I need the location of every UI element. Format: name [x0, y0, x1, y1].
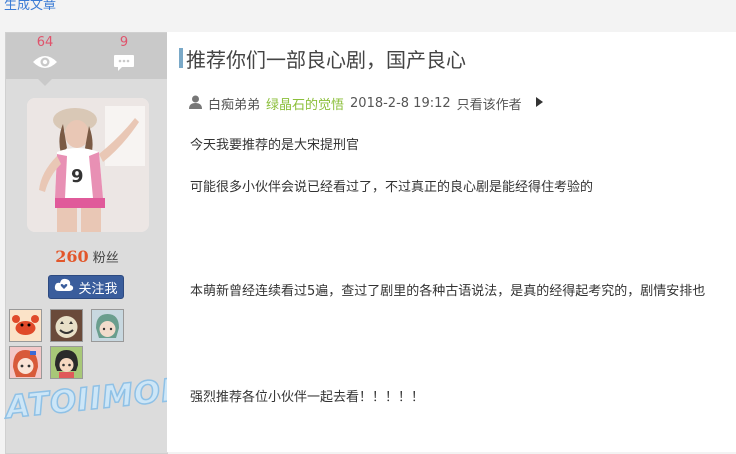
comment-bubble-icon [94, 54, 154, 72]
post-meta: 白痴弟弟 绿晶石的觉悟 2018-2-8 19:12 只看该作者 [189, 94, 543, 113]
crab-icon[interactable] [9, 309, 42, 342]
pumpkin-icon[interactable] [50, 309, 84, 342]
title-accent-bar [179, 48, 183, 68]
user-group-link[interactable]: 绿晶石的觉悟 [266, 94, 344, 113]
post-paragraph: 可能很多小伙伴会说已经看过了，不过真正的良心剧是能经得住考验的 [190, 180, 594, 195]
post-paragraph: 本萌新曾经连续看过5遍，查过了剧里的各种古语说法，是真的经得起考究的，剧情安排也 [190, 284, 706, 299]
views-count: 64 [36, 35, 54, 50]
heart-cloud-icon [54, 277, 74, 297]
stats-pointer [38, 79, 52, 86]
fans-count: 260 [55, 247, 89, 266]
author-only-link[interactable]: 只看该作者 [457, 94, 522, 113]
anime-girl-icon[interactable] [9, 346, 42, 379]
comments-stat: 9 [94, 35, 154, 72]
views-stat: 64 [15, 35, 75, 70]
user-avatar[interactable]: 9 [27, 98, 149, 232]
post-paragraph: 今天我要推荐的是大宋提刑官 [190, 138, 360, 153]
generate-article-link[interactable]: 生成文章 [4, 0, 56, 13]
fan-avatar-list [9, 309, 165, 383]
follow-button[interactable]: 关注我 [48, 275, 124, 299]
eye-icon [15, 54, 75, 70]
post-stats: 64 9 [6, 33, 168, 79]
fans-label: 粉丝 [92, 251, 119, 266]
post-title: 推荐你们一部良心剧，国产良心 [186, 48, 466, 72]
comments-count: 9 [119, 35, 129, 50]
post-paragraph: 强烈推荐各位小伙伴一起去看！！！！！ [190, 390, 425, 405]
author-name[interactable]: 白痴弟弟 [208, 94, 260, 113]
black-hair-icon[interactable] [50, 346, 84, 379]
triangle-right-icon[interactable] [535, 96, 543, 111]
follow-label: 关注我 [78, 281, 118, 297]
user-icon [189, 95, 202, 113]
post-content: 推荐你们一部良心剧，国产良心 白痴弟弟 绿晶石的觉悟 2018-2-8 19:1… [167, 32, 736, 452]
green-hair-icon[interactable] [91, 309, 125, 342]
svg-text:9: 9 [71, 166, 84, 187]
fans-info: 260 粉丝 [6, 247, 168, 266]
post-date: 2018-2-8 19:12 [350, 96, 451, 111]
